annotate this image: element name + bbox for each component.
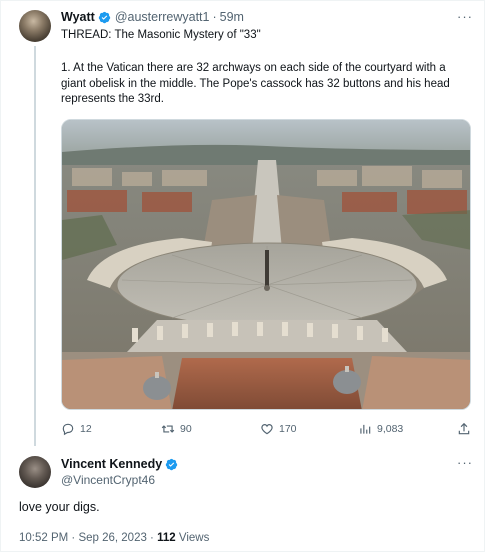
like-count: 170 — [279, 423, 297, 435]
more-options-icon[interactable]: ··· — [457, 455, 473, 470]
tweet-time[interactable]: 59m — [220, 10, 244, 24]
tweet-actions: 12 90 170 9,083 — [61, 422, 473, 438]
reply-text: love your digs. — [19, 500, 100, 514]
views-button[interactable]: 9,083 — [358, 422, 403, 436]
retweet-count: 90 — [180, 423, 192, 435]
avatar[interactable] — [19, 456, 51, 488]
more-options-icon[interactable]: ··· — [457, 9, 473, 24]
reply-icon — [62, 423, 74, 436]
separator-dot: · — [212, 10, 217, 24]
author-name[interactable]: Vincent Kennedy — [61, 457, 162, 471]
tweet-header: Wyatt @austerrewyatt1 · 59m — [61, 10, 244, 24]
heart-icon — [261, 424, 273, 435]
share-button[interactable] — [457, 422, 471, 436]
retweet-button[interactable]: 90 — [161, 422, 192, 436]
timestamp[interactable]: 10:52 PM · Sep 26, 2023 · — [19, 532, 154, 544]
tweet-meta: 10:52 PM · Sep 26, 2023 · 112 Views — [19, 532, 209, 544]
views-label: Views — [178, 532, 210, 544]
reply-button[interactable]: 12 — [61, 422, 92, 436]
tweet-photo[interactable] — [61, 119, 471, 410]
avatar[interactable] — [19, 10, 51, 42]
retweet-icon — [161, 425, 175, 433]
author-handle[interactable]: @austerrewyatt1 — [115, 10, 210, 24]
views-count: 112 — [157, 532, 176, 544]
vatican-aerial-image — [62, 120, 470, 409]
like-button[interactable]: 170 — [260, 422, 297, 436]
tweet-panel: Wyatt @austerrewyatt1 · 59m ··· THREAD: … — [0, 0, 485, 552]
views-count: 9,083 — [377, 423, 404, 435]
share-icon — [458, 422, 470, 435]
reply-count: 12 — [80, 423, 92, 435]
thread-connector-line — [34, 46, 36, 446]
author-name[interactable]: Wyatt — [61, 10, 95, 24]
verified-badge-icon — [98, 11, 110, 23]
thread-title: THREAD: The Masonic Mystery of "33" — [61, 29, 261, 41]
tweet-body: 1. At the Vatican there are 32 archways … — [61, 62, 450, 105]
reply-header: Vincent Kennedy — [61, 457, 182, 471]
verified-badge-icon — [165, 458, 178, 470]
views-chart-icon — [360, 424, 371, 434]
author-handle[interactable]: @VincentCrypt46 — [61, 473, 155, 487]
